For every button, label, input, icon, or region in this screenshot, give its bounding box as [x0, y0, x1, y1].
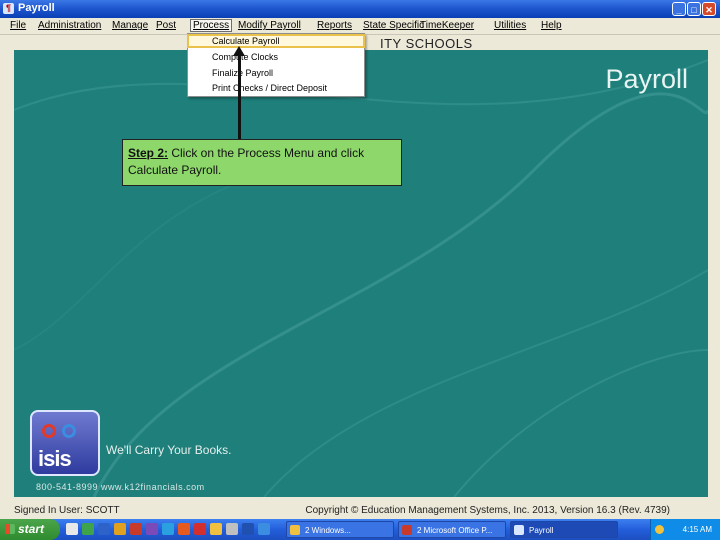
payroll-app-icon — [514, 525, 524, 535]
folder-icon — [290, 525, 300, 535]
task-windows[interactable]: 2 Windows... — [286, 521, 394, 538]
menu-state-specific[interactable]: State Specific — [363, 20, 424, 31]
product-title: Payroll — [605, 64, 688, 94]
menu-finalize-payroll[interactable]: Finalize Payroll — [212, 68, 273, 78]
process-dropdown-menu: Calculate Payroll Compute Clocks Finaliz… — [187, 33, 365, 97]
windows-flag-icon — [5, 524, 15, 534]
quicklaunch-acrobat-icon[interactable] — [194, 523, 206, 535]
quicklaunch-onenote-icon[interactable] — [146, 523, 158, 535]
start-button[interactable]: start — [0, 519, 60, 540]
menu-post[interactable]: Post — [156, 20, 176, 31]
instruction-callout: Step 2: Click on the Process Menu and cl… — [122, 139, 402, 186]
minimize-button[interactable]: _ — [672, 2, 686, 16]
menu-utilities[interactable]: Utilities — [494, 20, 526, 31]
signed-in-user: Signed In User: SCOTT — [14, 505, 120, 516]
contact-info: 800-541-8999 www.k12financials.com — [36, 482, 205, 492]
task-payroll[interactable]: Payroll — [510, 521, 618, 538]
tray-icon[interactable] — [655, 525, 664, 534]
clock: 4:15 AM — [682, 525, 712, 534]
task-office[interactable]: 2 Microsoft Office P... — [398, 521, 506, 538]
system-tray: 4:15 AM — [650, 519, 720, 540]
quicklaunch-tool-icon[interactable] — [226, 523, 238, 535]
logo-blue-circle-icon — [62, 424, 76, 438]
slogan: We'll Carry Your Books. — [106, 443, 232, 457]
status-bar: Signed In User: SCOTT Copyright © Educat… — [0, 499, 720, 519]
quicklaunch-desktop-icon[interactable] — [66, 523, 78, 535]
menu-administration[interactable]: Administration — [38, 20, 101, 31]
callout-step-label: Step 2: — [128, 146, 169, 160]
menu-manage[interactable]: Manage — [112, 20, 148, 31]
copyright: Copyright © Education Management Systems… — [305, 505, 670, 516]
task-label: 2 Windows... — [305, 526, 351, 535]
title-bar: ¶ Payroll _ □ ✕ — [0, 0, 720, 18]
background-swirls — [14, 59, 708, 497]
menu-help[interactable]: Help — [541, 20, 562, 31]
maximize-button[interactable]: □ — [687, 2, 701, 16]
task-label: Payroll — [529, 526, 554, 535]
main-background: Payroll isis We'll Carry Your Books. 800… — [14, 50, 708, 497]
pointer-arrow — [238, 54, 241, 140]
quicklaunch-ie-icon[interactable] — [162, 523, 174, 535]
quicklaunch-excel-icon[interactable] — [82, 523, 94, 535]
menu-reports[interactable]: Reports — [317, 20, 352, 31]
isis-logo: isis — [30, 410, 100, 476]
logo-red-circle-icon — [42, 424, 56, 438]
menu-timekeeper[interactable]: TimeKeeper — [420, 20, 474, 31]
menu-file[interactable]: File — [10, 20, 26, 31]
taskbar: start 2 Windows... 2 Microsoft Office P.… — [0, 519, 720, 540]
menu-compute-clocks[interactable]: Compute Clocks — [212, 52, 278, 62]
menu-modify-payroll[interactable]: Modify Payroll — [238, 20, 301, 31]
quicklaunch-folder-icon[interactable] — [210, 523, 222, 535]
start-label: start — [18, 522, 45, 536]
quicklaunch-word-icon[interactable] — [98, 523, 110, 535]
quicklaunch-app-icon[interactable] — [178, 523, 190, 535]
app-icon: ¶ — [3, 3, 14, 14]
close-button[interactable]: ✕ — [702, 2, 716, 16]
window-title: Payroll — [18, 2, 55, 14]
menu-print-checks[interactable]: Print Checks / Direct Deposit — [212, 83, 327, 93]
menu-calculate-payroll[interactable]: Calculate Payroll — [187, 34, 365, 48]
quicklaunch-powerpoint-icon[interactable] — [130, 523, 142, 535]
quicklaunch-ie2-icon[interactable] — [242, 523, 254, 535]
powerpoint-icon — [402, 525, 412, 535]
quicklaunch-browser-icon[interactable] — [258, 523, 270, 535]
task-label: 2 Microsoft Office P... — [417, 526, 493, 535]
logo-text: isis — [38, 446, 72, 471]
district-name: ITY SCHOOLS — [380, 36, 473, 51]
menu-process[interactable]: Process — [189, 19, 233, 32]
quicklaunch-outlook-icon[interactable] — [114, 523, 126, 535]
